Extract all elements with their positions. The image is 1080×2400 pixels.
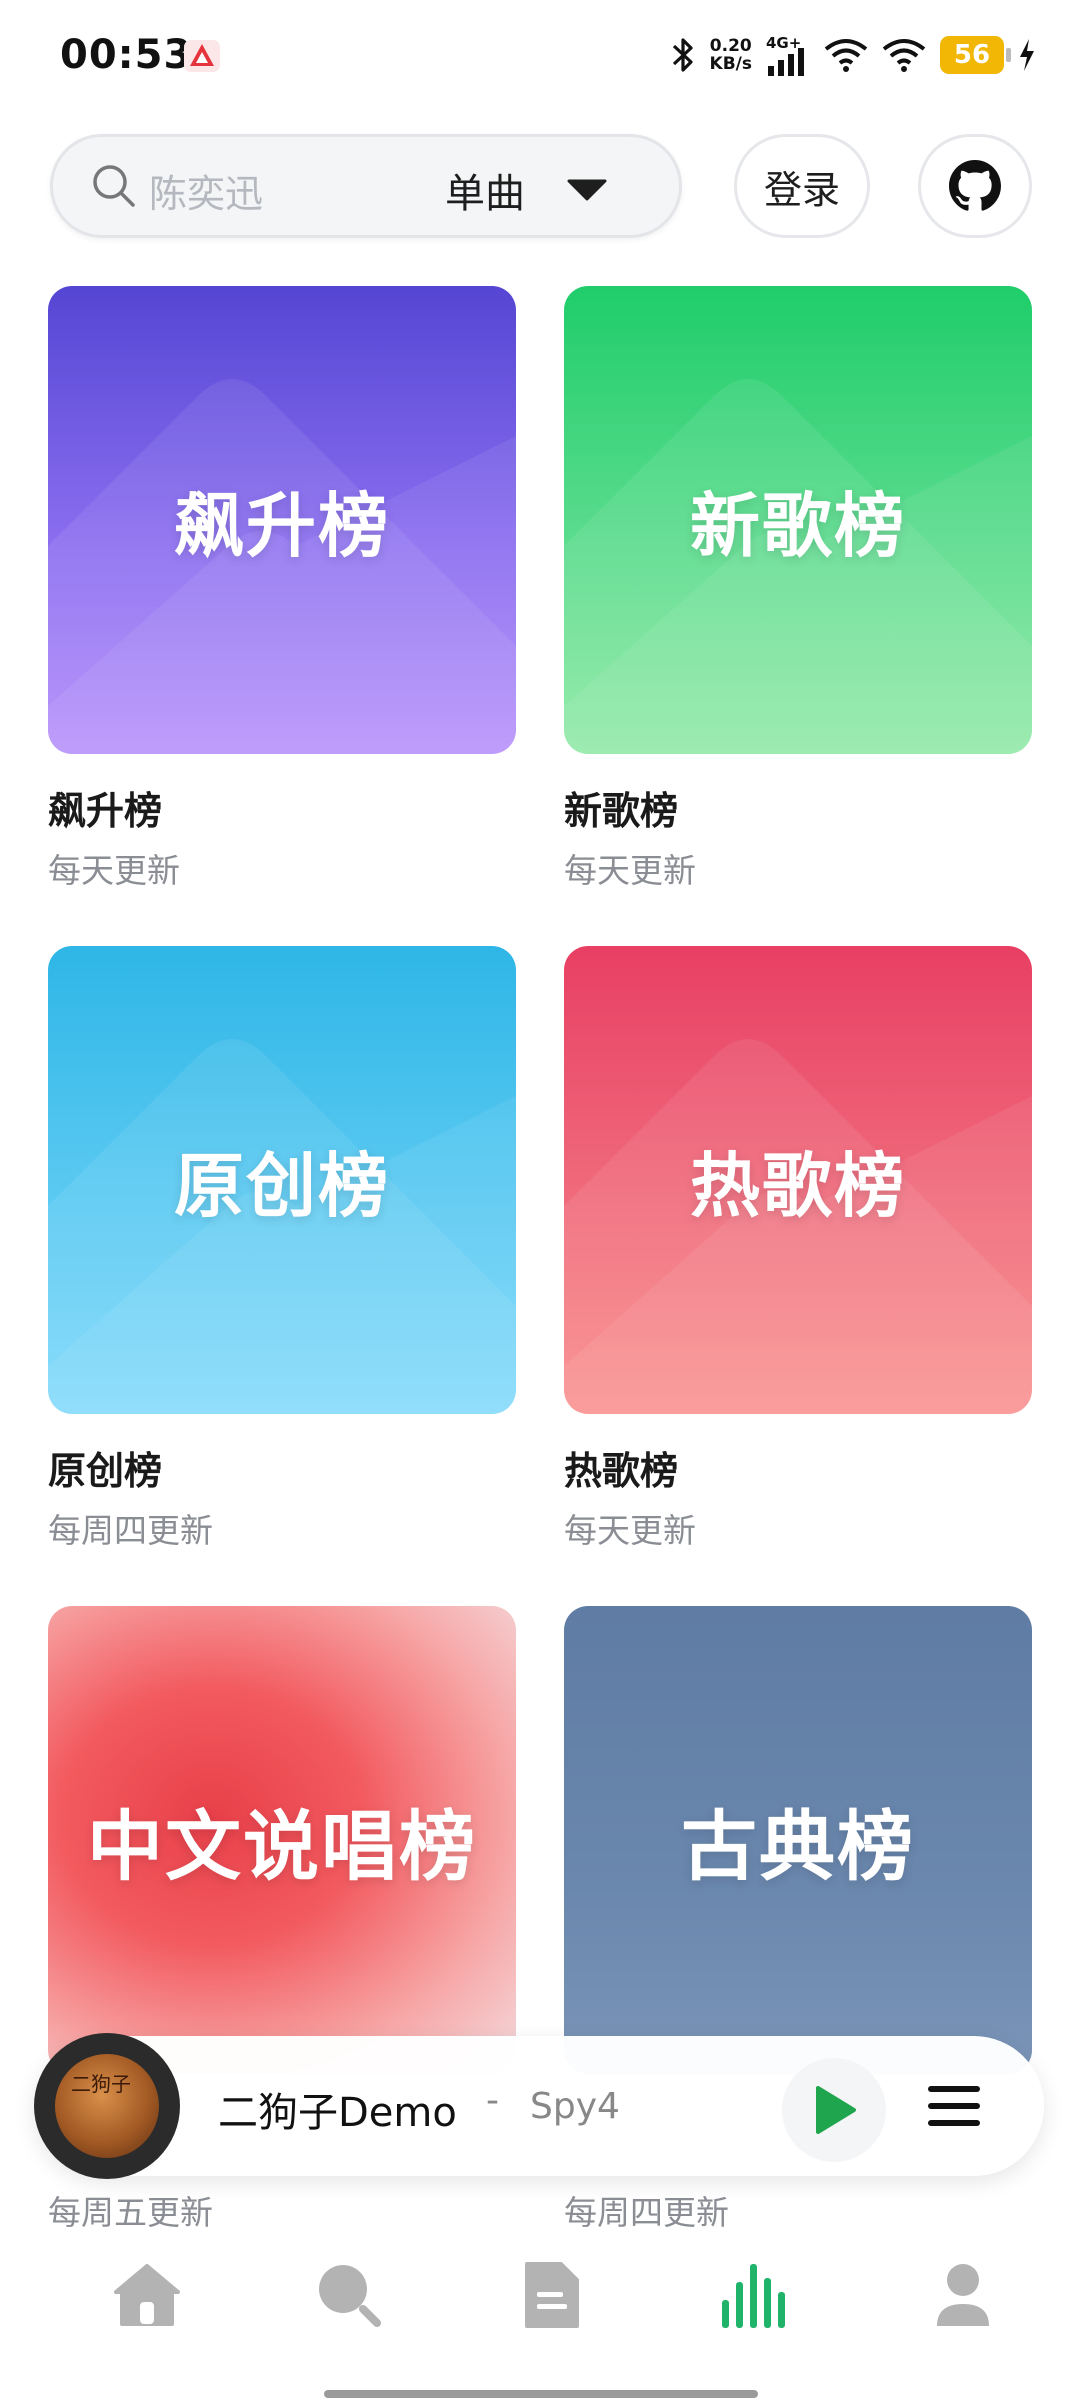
song-title[interactable]: 二狗子Demo: [218, 2080, 457, 2138]
user-icon: [937, 2264, 989, 2326]
chart-card-hot-songs[interactable]: 热歌榜 热歌榜 每天更新: [564, 946, 1032, 1550]
chart-card-soaring[interactable]: 飙升榜 飙升榜 每天更新: [48, 286, 516, 890]
net-speed-value: 0.20: [709, 36, 752, 56]
chart-card-chinese-rap[interactable]: 中文说唱榜: [48, 1606, 516, 2074]
chart-cover[interactable]: 新歌榜: [564, 286, 1032, 754]
document-icon: [525, 2262, 579, 2328]
battery-level: 56: [953, 40, 991, 70]
chart-title[interactable]: 飙升榜: [48, 780, 516, 833]
song-artist[interactable]: Spy4: [530, 2086, 620, 2127]
status-icons: 0.20 KB/s 4G+ 56: [670, 30, 1036, 80]
github-icon: [949, 160, 1001, 211]
chevron-down-icon[interactable]: [565, 177, 609, 201]
menu-icon[interactable]: [924, 2076, 984, 2136]
album-disc[interactable]: 二狗子: [34, 2033, 180, 2179]
nav-profile[interactable]: [918, 2250, 1008, 2340]
github-button[interactable]: [918, 134, 1032, 238]
chart-card-new-songs[interactable]: 新歌榜 新歌榜 每天更新: [564, 286, 1032, 890]
bluetooth-icon: [672, 38, 693, 72]
net-speed: 0.20 KB/s: [710, 37, 752, 73]
chart-title[interactable]: 热歌榜: [564, 1440, 1032, 1493]
nav-search[interactable]: [304, 2250, 394, 2340]
chart-cover[interactable]: 古典榜: [564, 1606, 1032, 2074]
bar-chart-icon: [722, 2264, 785, 2328]
cover-title: 飙升榜: [174, 484, 390, 567]
nav-document[interactable]: [506, 2250, 596, 2340]
wifi-icon-2: [882, 39, 926, 72]
chart-card-original[interactable]: 原创榜 原创榜 每周四更新: [48, 946, 516, 1550]
net-speed-unit: KB/s: [709, 54, 752, 74]
chart-update-frequency: 每周四更新: [48, 1511, 213, 1550]
cover-title: 古典榜: [681, 1802, 915, 1891]
cover-title: 原创榜: [174, 1144, 390, 1227]
chart-card-classical[interactable]: 古典榜: [564, 1606, 1032, 2074]
search-type-select[interactable]: 单曲: [445, 161, 525, 219]
status-time: 00:53: [60, 32, 193, 78]
signal-icon: 4G+: [766, 34, 810, 76]
search-input[interactable]: 陈奕迅: [149, 163, 263, 218]
battery-icon: 56: [940, 36, 1011, 74]
charging-icon: [1020, 39, 1034, 71]
cover-title: 热歌榜: [690, 1144, 906, 1227]
chart-cover[interactable]: 热歌榜: [564, 946, 1032, 1414]
login-button[interactable]: 登录: [734, 134, 870, 238]
mini-player[interactable]: 二狗子 二狗子Demo - Spy4: [34, 2033, 1044, 2179]
chart-update-frequency: 每天更新: [564, 851, 696, 890]
chart-update-frequency: 每天更新: [564, 1511, 696, 1550]
bottom-nav: [0, 2250, 1080, 2360]
cover-title: 新歌榜: [690, 484, 906, 567]
nav-home[interactable]: [102, 2250, 192, 2340]
album-art: 二狗子: [55, 2054, 159, 2158]
song-separator: -: [486, 2080, 499, 2121]
chart-cover[interactable]: 飙升榜: [48, 286, 516, 754]
nav-charts[interactable]: [708, 2250, 798, 2340]
home-indicator[interactable]: [324, 2390, 758, 2398]
album-art-text: 二狗子: [71, 2072, 131, 2096]
search-icon: [93, 165, 135, 207]
cover-title: 中文说唱榜: [87, 1802, 477, 1891]
home-icon: [114, 2264, 180, 2326]
chart-title[interactable]: 原创榜: [48, 1440, 516, 1493]
play-icon: [816, 2086, 856, 2134]
play-button[interactable]: [782, 2058, 886, 2162]
chart-update-frequency-classical: 每周四更新: [564, 2193, 729, 2232]
chart-update-frequency-rap: 每周五更新: [48, 2193, 213, 2232]
chart-update-frequency: 每天更新: [48, 851, 180, 890]
chart-cover[interactable]: 原创榜: [48, 946, 516, 1414]
search-icon: [319, 2265, 381, 2327]
status-bar: 00:53 0.20 KB/s 4G+ 56: [0, 0, 1080, 110]
chart-cover[interactable]: 中文说唱榜: [48, 1606, 516, 2074]
app-notification-icon: [184, 40, 220, 72]
chart-title[interactable]: 新歌榜: [564, 780, 1032, 833]
search-bar[interactable]: 陈奕迅 单曲: [50, 134, 682, 238]
wifi-icon: [824, 39, 868, 72]
